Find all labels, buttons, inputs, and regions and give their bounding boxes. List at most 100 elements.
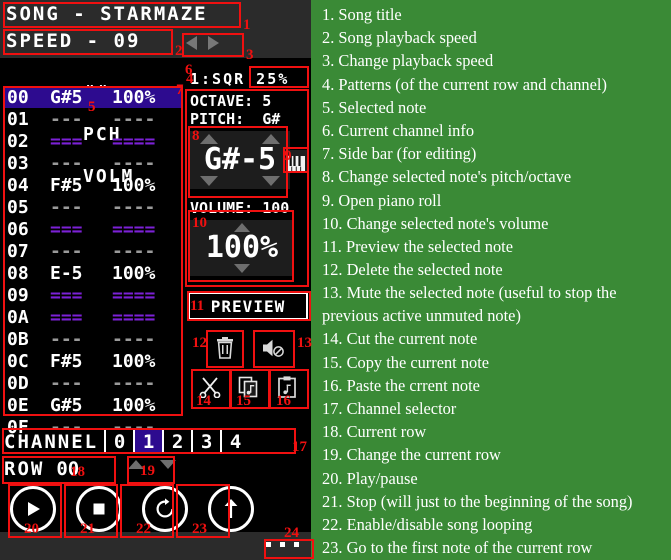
legend-item: 20. Play/pause (322, 468, 418, 488)
tracker-row[interactable]: 0C F#5 100% (4, 350, 182, 372)
tracker-row[interactable]: 02 === ==== (4, 130, 182, 152)
tracker-row-index: 07 (7, 240, 29, 262)
tracker-row[interactable]: 0D --- ---- (4, 372, 182, 394)
legend-item: 5. Selected note (322, 97, 427, 117)
annotation-number-16: 16 (276, 393, 291, 409)
tracker-row[interactable]: 05 --- ---- (4, 196, 182, 218)
legend-item: 10. Change selected note's volume (322, 213, 549, 233)
legend-item: 17. Channel selector (322, 398, 457, 418)
right-arrow-icon[interactable] (208, 36, 219, 50)
tracker-row[interactable]: 06 === ==== (4, 218, 182, 240)
legend-item: 3. Change playback speed (322, 51, 494, 71)
annotation-number-3: 3 (246, 47, 254, 63)
tracker-row-volume: 100% (112, 174, 156, 196)
tracker-row-pitch: === (50, 284, 83, 306)
tracker-row[interactable]: 0E G#5 100% (4, 394, 182, 416)
row-label: ROW (4, 458, 45, 480)
three-dots-icon (266, 542, 271, 547)
annotation-number-12: 12 (192, 335, 207, 351)
mute-note-button[interactable] (258, 333, 288, 363)
volume-down-icon[interactable] (234, 264, 250, 273)
legend-item: 7. Side bar (for editing) (322, 144, 477, 164)
song-speed-value: SPEED - 09 (6, 30, 141, 52)
loop-icon (156, 498, 174, 518)
legend-item: 12. Delete the selected note (322, 260, 503, 280)
goto-first-note-button[interactable] (208, 486, 254, 532)
legend-item: 14. Cut the current note (322, 329, 478, 349)
tracker-row[interactable]: 04 F#5 100% (4, 174, 182, 196)
tracker-row-pitch: G#5 (50, 394, 83, 416)
legend-item: 22. Enable/disable song looping (322, 514, 533, 534)
channel-cell-3[interactable]: 3 (191, 429, 220, 454)
annotation-number-9: 9 (284, 148, 292, 164)
tracker-row-index: 0D (7, 372, 29, 394)
annotation-number-17: 17 (292, 439, 307, 455)
legend-item: 23. Go to the first note of the current … (322, 538, 593, 558)
tracker-pattern-list[interactable]: 00 G#5 100% 01 --- ---- 02 === ==== 03 --- ---- 04 F#… (4, 86, 182, 438)
annotation-number-10: 10 (192, 215, 207, 231)
tracker-row-volume: ---- (112, 196, 156, 218)
channel-cell-1[interactable]: 1 (133, 429, 163, 454)
annotation-number-18: 18 (70, 464, 85, 480)
tracker-row-pitch: G#5 (50, 86, 83, 108)
left-arrow-icon[interactable] (186, 36, 197, 50)
channel-cell-0[interactable]: 0 (104, 429, 133, 454)
channel-cells[interactable]: 01234 (104, 429, 249, 454)
tracker-row[interactable]: 08 E-5 100% (4, 262, 182, 284)
tracker-row-volume: 100% (112, 394, 156, 416)
up-arrow-icon (224, 499, 238, 518)
open-menu-button[interactable] (266, 542, 299, 547)
legend-item: 21. Stop (will just to the beginning of … (322, 491, 633, 511)
tracker-row-index: 0E (7, 394, 29, 416)
pitch-down-icon[interactable] (262, 176, 280, 186)
annotation-number-19: 19 (140, 463, 155, 479)
trash-icon (217, 337, 233, 359)
legend-item: 13. Mute the selected note (useful to st… (322, 283, 617, 326)
tracker-row-index: 00 (7, 86, 29, 108)
editing-sidebar: OCTAVE: 5 PITCH: G# G#-5 VOLUME: 100 100… (186, 92, 308, 285)
preview-note-button[interactable]: PREVIEW (188, 292, 308, 320)
tracker-row-index: 01 (7, 108, 29, 130)
tracker-row-index: 04 (7, 174, 29, 196)
octave-down-icon[interactable] (200, 176, 218, 186)
annotation-number-11: 11 (190, 298, 205, 314)
tracker-row[interactable]: 09 === ==== (4, 284, 182, 306)
tracker-row[interactable]: 0A === ==== (4, 306, 182, 328)
preview-label: PREVIEW (210, 296, 286, 316)
row-down-icon[interactable] (160, 460, 176, 469)
tracker-row-volume: 100% (112, 86, 156, 108)
tracker-row-volume: ==== (112, 218, 156, 240)
legend-item: 2. Song playback speed (322, 28, 477, 48)
pitch-value: G#-5 (203, 142, 277, 177)
play-icon (28, 502, 40, 516)
annotation-number-6: 6 (185, 62, 193, 78)
channel-label: CHANNEL (4, 430, 99, 453)
tracker-row-index: 03 (7, 152, 29, 174)
channel-selector[interactable]: CHANNEL 01234 (4, 429, 298, 454)
app-header: SONG - STARMAZE SPEED - 09 (0, 0, 311, 58)
legend-item: 15. Copy the current note (322, 352, 490, 372)
annotation-number-1: 1 (243, 17, 251, 33)
speed-controls (186, 36, 219, 50)
channel-cell-2[interactable]: 2 (162, 429, 191, 454)
tracker-row[interactable]: 03 --- ---- (4, 152, 182, 174)
tracker-row-index: 09 (7, 284, 29, 306)
legend-item: 19. Change the current row (322, 445, 501, 465)
legend-item: 1. Song title (322, 5, 402, 24)
pitch-octave-stepper[interactable]: G#-5 (190, 131, 290, 189)
app-bottom-bar (0, 532, 311, 560)
tracker-row-pitch: === (50, 130, 83, 152)
current-channel-info: 1:SQR 25% (190, 70, 290, 88)
delete-note-button[interactable] (210, 333, 240, 363)
tracker-row[interactable]: 0B --- ---- (4, 328, 182, 350)
channel-cell-4[interactable]: 4 (220, 429, 249, 454)
tracker-row-pitch: --- (50, 196, 83, 218)
tracker-row-pitch: E-5 (50, 262, 83, 284)
tracker-row-index: 08 (7, 262, 29, 284)
tracker-row[interactable]: 07 --- ---- (4, 240, 182, 262)
current-row-display: ROW 00 (4, 458, 79, 480)
annotation-number-8: 8 (192, 128, 200, 144)
transport-controls[interactable] (10, 486, 254, 532)
volume-value: 100% (205, 230, 279, 265)
stop-icon (93, 503, 105, 515)
